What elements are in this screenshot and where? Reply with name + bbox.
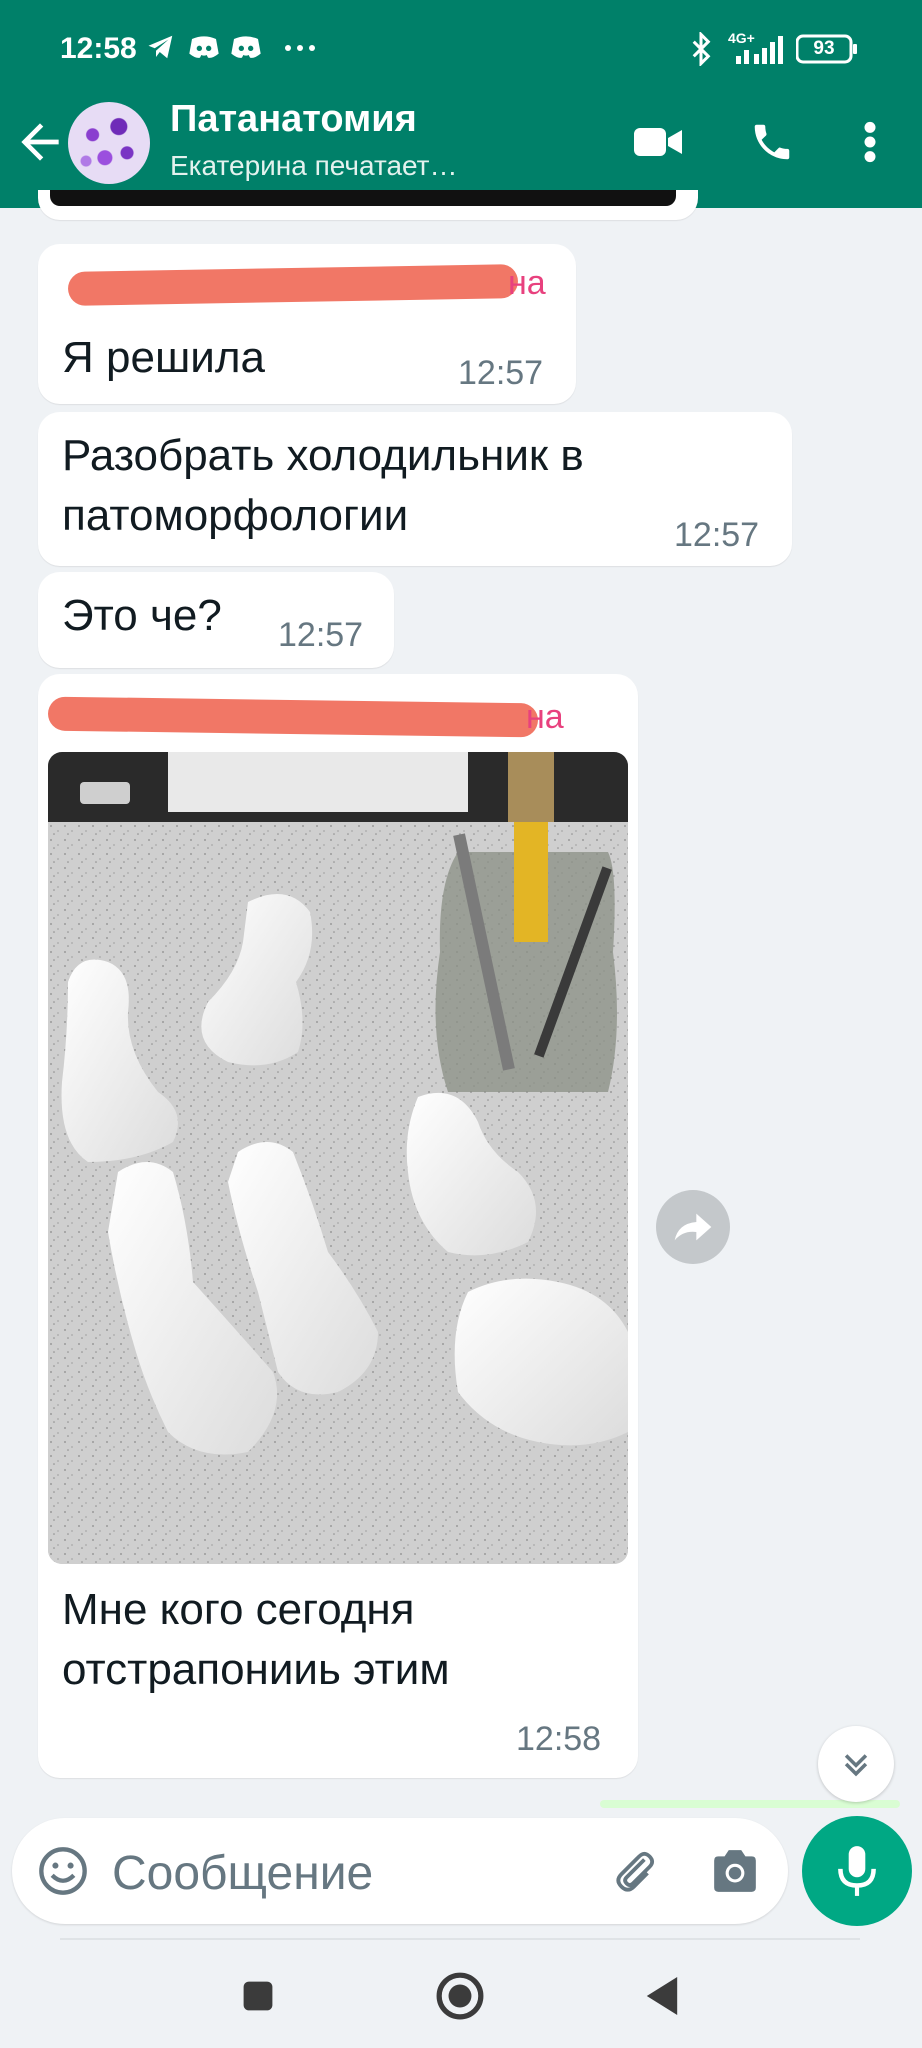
attach-button[interactable]	[606, 1842, 664, 1900]
back-nav-button[interactable]	[634, 1968, 690, 2024]
back-button[interactable]	[12, 114, 68, 170]
message-bubble[interactable]: на Я решила 12:57	[38, 244, 576, 404]
message-text-line1: Разобрать холодильник в	[62, 431, 584, 480]
status-bar: 12:58 4G+ 93	[0, 26, 922, 76]
divider	[60, 1938, 860, 1940]
message-time: 12:57	[674, 516, 760, 554]
previous-media-edge	[50, 190, 676, 206]
discord-icon	[230, 32, 262, 66]
app-bar: 12:58 4G+ 93 Патанатомия Екатерина печат…	[0, 0, 922, 208]
scroll-to-bottom-button[interactable]	[818, 1726, 894, 1802]
message-time: 12:57	[278, 616, 364, 654]
typing-status: Екатерина печатает…	[170, 150, 458, 181]
sender-name-tail: на	[508, 264, 546, 302]
message-photo[interactable]	[48, 752, 628, 1564]
home-circle-icon	[436, 1972, 484, 2020]
message-text: Я решила	[62, 333, 265, 382]
more-options-button[interactable]	[840, 112, 900, 172]
photo-content	[48, 752, 628, 1564]
chat-title[interactable]: Патанатомия	[170, 98, 417, 141]
triangle-back-icon	[646, 1977, 678, 2015]
forward-icon	[674, 1213, 712, 1241]
message-text-line2: патоморфологии	[62, 491, 409, 540]
system-nav-bar	[0, 1942, 922, 2048]
previous-message-edge	[38, 190, 698, 220]
battery-level: 93	[813, 38, 835, 59]
message-bubble[interactable]: Разобрать холодильник в патоморфологии 1…	[38, 412, 792, 566]
message-composer[interactable]: Сообщение	[12, 1818, 788, 1924]
more-dots-icon	[282, 32, 318, 66]
recents-button[interactable]	[230, 1968, 286, 2024]
message-input[interactable]: Сообщение	[112, 1846, 373, 1901]
sender-name-tail: на	[526, 698, 564, 736]
home-button[interactable]	[432, 1968, 488, 2024]
mic-icon	[838, 1846, 876, 1896]
message-text: Это че?	[62, 591, 222, 640]
signal-icon	[734, 34, 788, 68]
video-call-icon	[634, 128, 682, 156]
camera-icon	[714, 1850, 756, 1892]
message-time: 12:57	[458, 354, 544, 392]
discord-icon	[188, 32, 220, 66]
telegram-icon	[146, 32, 176, 66]
voice-call-button[interactable]	[742, 112, 802, 172]
emoji-icon	[39, 1847, 87, 1895]
redacted-sender-name	[67, 264, 519, 306]
bluetooth-icon	[686, 32, 716, 66]
voice-record-button[interactable]	[802, 1816, 912, 1926]
square-icon	[243, 1981, 273, 2011]
status-time: 12:58	[60, 32, 137, 65]
redacted-sender-name	[47, 696, 539, 738]
emoji-button[interactable]	[34, 1842, 92, 1900]
phone-icon	[754, 124, 790, 160]
attach-icon	[616, 1851, 655, 1892]
double-chevron-down-icon	[844, 1754, 868, 1777]
video-call-button[interactable]	[628, 112, 688, 172]
caption-line2: отстрапонииь этим	[62, 1645, 450, 1694]
forward-button[interactable]	[656, 1190, 730, 1264]
message-time: 12:58	[516, 1720, 602, 1758]
camera-button[interactable]	[706, 1842, 764, 1900]
more-vert-icon	[864, 121, 876, 163]
avatar[interactable]	[68, 102, 150, 184]
chat-header: Патанатомия Екатерина печатает…	[0, 92, 922, 192]
caption-line1: Мне кого сегодня	[62, 1585, 415, 1634]
message-bubble[interactable]: Это че? 12:57	[38, 572, 394, 668]
back-arrow-icon	[21, 123, 59, 161]
